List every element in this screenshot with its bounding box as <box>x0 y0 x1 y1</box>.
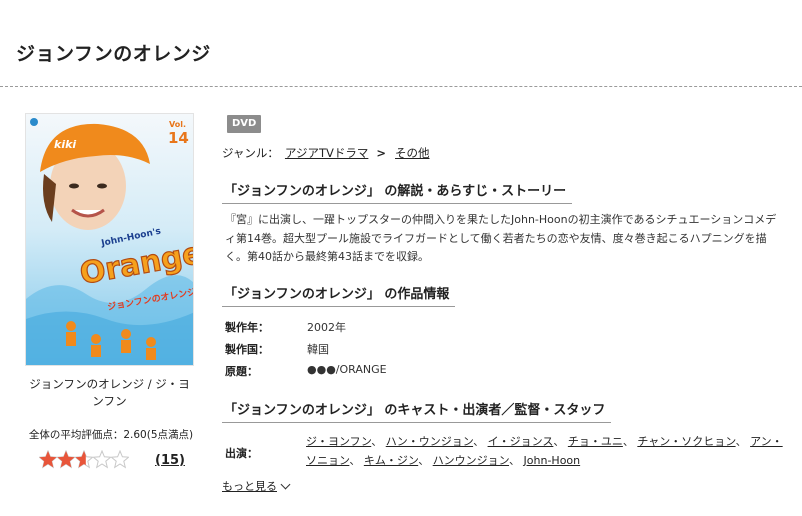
info-value: 韓国 <box>307 343 329 356</box>
star-icon <box>93 450 111 469</box>
cast-separator: 、 <box>418 453 433 467</box>
info-value: ●●●/ORANGE <box>307 363 387 376</box>
cast-separator: 、 <box>735 435 751 448</box>
average-rating-text: 全体の平均評価点：2.60(5点満点) <box>28 429 194 441</box>
vol-number: 14 <box>168 129 189 147</box>
cast-separator: 、 <box>553 435 568 448</box>
info-row-year: 製作年： 2002年 <box>225 319 346 335</box>
header-divider <box>0 86 802 87</box>
story-text: 『宮』に出演し、一躍トップスターの仲間入りを果たしたJohn-Hoonの初主演作… <box>225 213 777 263</box>
cast-separator: 、 <box>509 453 524 467</box>
star-icon <box>57 450 75 469</box>
rating-stars <box>39 450 129 470</box>
cast-heading: 「ジョンフンのオレンジ」 のキャスト・出演者／監督・スタッフ <box>222 399 612 423</box>
cast-member-link[interactable]: John-Hoon <box>524 454 581 467</box>
chevron-down-icon <box>280 479 291 489</box>
page-title: ジョンフンのオレンジ <box>16 43 211 65</box>
cast-member-link[interactable]: チョ・ユニ <box>568 435 623 448</box>
genre-link-primary[interactable]: アジアTVドラマ <box>285 145 368 161</box>
cast-member-link[interactable]: ハンウンジョン <box>433 454 509 467</box>
genre-separator: > <box>376 146 387 160</box>
story-heading: 「ジョンフンのオレンジ」 の解説・あらすじ・ストーリー <box>222 180 573 204</box>
format-badge: DVD <box>227 115 262 133</box>
dvd-cover-image[interactable]: kiki Vol. 14 John-Hoon's Orange ジョンフンのオレ… <box>25 113 194 366</box>
info-heading: 「ジョンフンのオレンジ」 の作品情報 <box>222 283 456 307</box>
star-icon <box>75 450 93 469</box>
info-key: 原題： <box>225 365 258 378</box>
cast-separator: 、 <box>473 435 488 448</box>
cast-separator: 、 <box>371 435 386 448</box>
cast-list: ジ・ヨンフン、 ハン・ウンジョン、 イ・ジョンス、 チョ・ユニ、 チャン・ソクヒ… <box>306 433 784 470</box>
vol-label: Vol. <box>169 120 186 129</box>
cast-member-link[interactable]: チャン・ソクヒョン <box>637 435 735 448</box>
genre-label: ジャンル： <box>222 146 279 160</box>
star-icon <box>39 450 57 469</box>
cast-separator: 、 <box>349 453 364 467</box>
cast-member-link[interactable]: イ・ジョンス <box>488 435 554 448</box>
cast-member-link[interactable]: ジ・ヨンフン <box>306 435 371 448</box>
star-icon <box>111 450 129 469</box>
info-key: 製作年： <box>225 321 269 334</box>
show-more-link[interactable]: もっと見る <box>222 478 291 494</box>
cast-label: 出演： <box>225 447 258 460</box>
genre-link-secondary[interactable]: その他 <box>395 145 430 161</box>
genre-breadcrumb: ジャンル： アジアTVドラマ > その他 <box>222 145 430 161</box>
cover-art: kiki Vol. 14 John-Hoon's Orange ジョンフンのオレ… <box>26 114 193 365</box>
info-row-country: 製作国： 韓国 <box>225 341 329 357</box>
cast-separator: 、 <box>622 435 638 448</box>
info-row-original-title: 原題： ●●●/ORANGE <box>225 363 387 379</box>
info-value: 2002年 <box>307 321 346 334</box>
cover-caption: ジョンフンのオレンジ / ジ・ヨンフン <box>29 377 190 408</box>
cast-member-link[interactable]: キム・ジン <box>364 454 418 467</box>
show-more-label: もっと見る <box>222 480 277 493</box>
review-count-link[interactable]: (15) <box>155 453 185 468</box>
info-key: 製作国： <box>225 343 269 356</box>
cast-member-link[interactable]: ハン・ウンジョン <box>386 435 473 448</box>
cap-text: kiki <box>54 138 76 151</box>
